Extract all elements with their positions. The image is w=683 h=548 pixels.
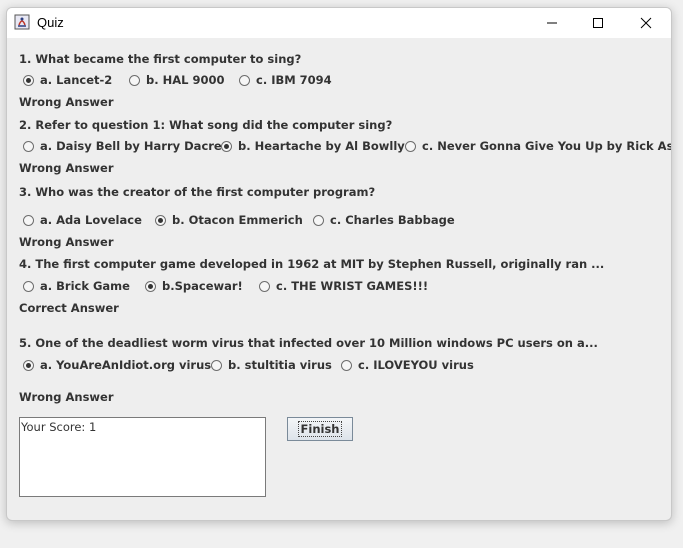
window-title: Quiz: [37, 15, 64, 30]
title-bar[interactable]: Quiz: [7, 8, 671, 38]
q3-option-b-radio[interactable]: [155, 214, 166, 226]
close-button[interactable]: [623, 8, 669, 38]
q1-feedback: Wrong Answer: [19, 95, 114, 109]
q4-option-a-label: a. Brick Game: [40, 279, 130, 293]
minimize-button[interactable]: [529, 8, 575, 38]
question-1-text: 1. What became the first computer to sin…: [19, 52, 302, 66]
q1-option-b[interactable]: b. HAL 9000: [129, 72, 224, 88]
q2-option-a-radio[interactable]: [23, 140, 34, 152]
q3-option-b[interactable]: b. Otacon Emmerich: [155, 212, 303, 228]
maximize-icon: [593, 18, 603, 28]
q5-option-a[interactable]: a. YouAreAnIdiot.org virus: [23, 357, 211, 373]
q4-option-c-radio[interactable]: [259, 280, 270, 292]
q5-option-b[interactable]: b. stultitia virus: [211, 357, 332, 373]
q1-option-a-radio[interactable]: [23, 74, 34, 86]
q2-feedback: Wrong Answer: [19, 161, 114, 175]
question-4-text: 4. The first computer game developed in …: [19, 257, 605, 271]
question-2-text: 2. Refer to question 1: What song did th…: [19, 118, 393, 132]
q5-option-c-radio[interactable]: [341, 359, 352, 371]
q3-option-a-radio[interactable]: [23, 214, 34, 226]
q1-option-a-label: a. Lancet-2: [40, 73, 113, 87]
java-app-icon: [14, 14, 30, 30]
q4-option-b-label: b.Spacewar!: [162, 279, 243, 293]
score-text: Your Score: 1: [21, 420, 97, 434]
q1-option-c-radio[interactable]: [239, 74, 250, 86]
q2-option-c[interactable]: c. Never Gonna Give You Up by Rick Astle…: [405, 138, 672, 154]
q3-feedback: Wrong Answer: [19, 235, 114, 249]
q3-option-c-radio[interactable]: [313, 214, 324, 226]
q5-option-c[interactable]: c. ILOVEYOU virus: [341, 357, 474, 373]
q2-option-c-radio[interactable]: [405, 140, 416, 152]
finish-button-label: Finish: [297, 421, 343, 437]
q4-option-c-label: c. THE WRIST GAMES!!!: [276, 279, 429, 293]
q5-option-b-label: b. stultitia virus: [228, 358, 332, 372]
q5-option-c-label: c. ILOVEYOU virus: [358, 358, 474, 372]
q2-option-b-label: b. Heartache by Al Bowlly: [238, 139, 405, 153]
q5-option-a-radio[interactable]: [23, 359, 34, 371]
q4-option-b-radio[interactable]: [145, 280, 156, 292]
q1-option-a[interactable]: a. Lancet-2: [23, 72, 112, 88]
q2-option-a[interactable]: a. Daisy Bell by Harry Dacre: [23, 138, 222, 154]
q3-option-a-label: a. Ada Lovelace: [40, 213, 142, 227]
q1-option-c[interactable]: c. IBM 7094: [239, 72, 332, 88]
question-3-text: 3. Who was the creator of the first comp…: [19, 185, 376, 199]
q4-option-b[interactable]: b.Spacewar!: [145, 278, 243, 294]
q4-option-a-radio[interactable]: [23, 280, 34, 292]
q2-option-a-label: a. Daisy Bell by Harry Dacre: [40, 139, 222, 153]
q2-option-c-label: c. Never Gonna Give You Up by Rick Astle…: [422, 139, 672, 153]
q3-option-a[interactable]: a. Ada Lovelace: [23, 212, 142, 228]
q3-option-b-label: b. Otacon Emmerich: [172, 213, 303, 227]
q1-option-b-radio[interactable]: [129, 74, 140, 86]
q3-option-c[interactable]: c. Charles Babbage: [313, 212, 455, 228]
q3-option-c-label: c. Charles Babbage: [330, 213, 455, 227]
q4-option-a[interactable]: a. Brick Game: [23, 278, 130, 294]
minimize-icon: [547, 22, 557, 24]
close-icon: [640, 17, 652, 29]
score-text-area[interactable]: Your Score: 1: [19, 417, 266, 497]
q5-option-a-label: a. YouAreAnIdiot.org virus: [40, 358, 212, 372]
q1-option-c-label: c. IBM 7094: [256, 73, 332, 87]
quiz-content: 1. What became the first computer to sin…: [7, 38, 671, 520]
q4-option-c[interactable]: c. THE WRIST GAMES!!!: [259, 278, 428, 294]
q5-option-b-radio[interactable]: [211, 359, 222, 371]
q4-feedback: Correct Answer: [19, 301, 119, 315]
question-5-text: 5. One of the deadliest worm virus that …: [19, 336, 598, 350]
q2-option-b[interactable]: b. Heartache by Al Bowlly: [221, 138, 405, 154]
maximize-button[interactable]: [575, 8, 621, 38]
q2-option-b-radio[interactable]: [221, 140, 232, 152]
q1-option-b-label: b. HAL 9000: [146, 73, 225, 87]
quiz-window: Quiz 1. What became the first computer t…: [6, 7, 672, 521]
q5-feedback: Wrong Answer: [19, 390, 114, 404]
finish-button[interactable]: Finish: [287, 417, 353, 441]
